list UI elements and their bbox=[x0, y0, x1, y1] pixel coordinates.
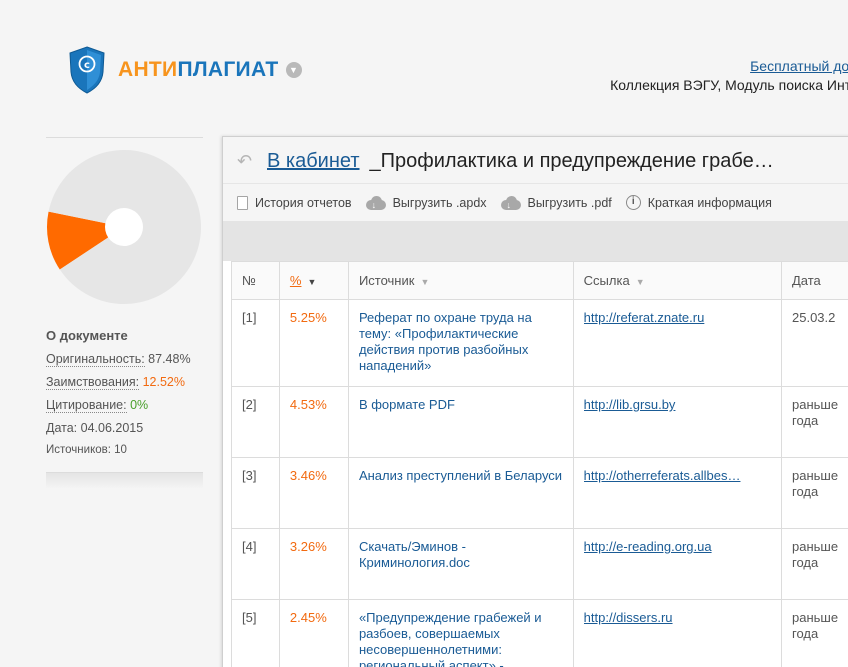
sort-down-icon: ▼ bbox=[307, 277, 317, 287]
originality-label[interactable]: Оригинальность: bbox=[46, 352, 145, 367]
cell-percent: 5.25% bbox=[278, 299, 349, 387]
stat-originality: Оригинальность: 87.48% bbox=[46, 352, 203, 367]
logo-text: АНТИПЛАГИАТ bbox=[118, 58, 279, 82]
export-pdf-label: Выгрузить .pdf bbox=[527, 195, 612, 210]
free-access-link[interactable]: Бесплатный доступ bbox=[750, 58, 848, 74]
column-header-label: % bbox=[289, 273, 302, 288]
page-title: В кабинет _Профилактика и предупреждение … bbox=[267, 150, 774, 173]
export-pdf-button[interactable]: ↓ Выгрузить .pdf bbox=[500, 195, 612, 210]
document-icon bbox=[237, 195, 248, 210]
logo[interactable]: c АНТИПЛАГИАТ ▼ bbox=[68, 46, 302, 94]
cell-source[interactable]: «Предупреждение грабежей и разбоев, сове… bbox=[347, 599, 574, 667]
sidebar: О документе Оригинальность: 87.48% Заимс… bbox=[46, 137, 203, 489]
cell-percent: 4.53% bbox=[278, 386, 349, 458]
originality-value: 87.48% bbox=[148, 352, 191, 366]
cell-num: [2] bbox=[231, 386, 280, 458]
stat-citation: Цитирование: 0% bbox=[46, 398, 203, 413]
cell-source[interactable]: Анализ преступлений в Беларуси bbox=[347, 457, 574, 529]
table-row[interactable]: [5] 2.45% «Предупреждение грабежей и раз… bbox=[231, 599, 848, 667]
svg-text:c: c bbox=[84, 60, 90, 71]
cell-link[interactable]: http://e-reading.org.ua bbox=[584, 539, 771, 555]
table-header-row: № % ▼ Источник ▼ Ссылка ▼ Дата bbox=[231, 261, 848, 300]
borrowing-label[interactable]: Заимствования: bbox=[46, 375, 140, 390]
column-header-label: Дата bbox=[792, 273, 821, 288]
cabinet-link[interactable]: В кабинет bbox=[267, 150, 360, 172]
logo-text-part1: АНТИ bbox=[118, 58, 178, 81]
sidebar-shadow bbox=[46, 473, 203, 489]
column-header-num[interactable]: № bbox=[231, 261, 280, 300]
cell-source[interactable]: Реферат по охране труда на тему: «Профил… bbox=[347, 299, 574, 387]
cell-link[interactable]: http://dissers.ru bbox=[584, 610, 771, 626]
collection-label: Коллекция ВЭГУ, Модуль поиска Интернет bbox=[610, 77, 848, 93]
history-button[interactable]: История отчетов bbox=[237, 195, 352, 210]
shield-logo-icon: c bbox=[69, 46, 105, 94]
report-panel: ↶ В кабинет _Профилактика и предупреждени… bbox=[222, 136, 848, 667]
cell-link[interactable]: http://referat.znate.ru bbox=[584, 310, 771, 326]
sort-down-icon: ▼ bbox=[420, 277, 430, 287]
cell-num: [5] bbox=[231, 599, 280, 667]
cell-num: [1] bbox=[231, 299, 280, 387]
document-title: _Профилактика и предупреждение грабе… bbox=[369, 150, 774, 172]
column-header-source[interactable]: Источник ▼ bbox=[347, 261, 574, 300]
cell-percent: 2.45% bbox=[278, 599, 349, 667]
pie-center-hole bbox=[105, 208, 143, 246]
stat-date: Дата: 04.06.2015 bbox=[46, 421, 144, 435]
table-row[interactable]: [4] 3.26% Скачать/Эминов - Криминология.… bbox=[231, 528, 848, 600]
toolbar: История отчетов ↓ Выгрузить .apdx ↓ Выгр… bbox=[223, 183, 848, 221]
export-apdx-label: Выгрузить .apdx bbox=[392, 195, 487, 210]
history-label: История отчетов bbox=[255, 195, 352, 210]
cloud-download-icon: ↓ bbox=[365, 195, 386, 210]
back-arrow-icon[interactable]: ↶ bbox=[237, 152, 257, 170]
cell-percent: 3.46% bbox=[278, 457, 349, 529]
header-right: Бесплатный доступ( Коллекция ВЭГУ, Модул… bbox=[610, 57, 848, 95]
sort-down-icon: ▼ bbox=[635, 277, 645, 287]
divider bbox=[46, 137, 203, 138]
cell-date: раньше года bbox=[781, 386, 848, 458]
cell-source[interactable]: В формате PDF bbox=[347, 386, 574, 458]
info-icon: i bbox=[625, 195, 641, 210]
citation-label[interactable]: Цитирование: bbox=[46, 398, 127, 413]
column-header-percent[interactable]: % ▼ bbox=[278, 261, 349, 300]
column-header-label: Ссылка bbox=[583, 273, 630, 288]
export-apdx-button[interactable]: ↓ Выгрузить .apdx bbox=[365, 195, 487, 210]
originality-pie-chart bbox=[47, 149, 202, 304]
borrowing-value: 12.52% bbox=[142, 375, 185, 389]
cell-date: раньше года bbox=[781, 457, 848, 529]
column-header-date[interactable]: Дата bbox=[781, 261, 848, 300]
chevron-down-icon[interactable]: ▼ bbox=[285, 62, 302, 78]
cell-num: [3] bbox=[231, 457, 280, 529]
citation-value: 0% bbox=[130, 398, 149, 412]
brief-info-button[interactable]: i Краткая информация bbox=[625, 195, 772, 210]
logo-text-part2: ПЛАГИАТ bbox=[177, 58, 279, 81]
cell-percent: 3.26% bbox=[278, 528, 349, 600]
stat-borrowing: Заимствования: 12.52% bbox=[46, 375, 203, 390]
report-header: ↶ В кабинет _Профилактика и предупреждени… bbox=[223, 137, 848, 183]
cell-date: 25.03.2 bbox=[781, 299, 848, 387]
cell-date: раньше года bbox=[781, 599, 848, 667]
filter-band bbox=[223, 221, 848, 261]
table-row[interactable]: [2] 4.53% В формате PDF http://lib.grsu.… bbox=[231, 386, 848, 458]
stat-sources: Источников: 10 bbox=[46, 444, 127, 456]
table-row[interactable]: [3] 3.46% Анализ преступлений в Беларуси… bbox=[231, 457, 848, 529]
brief-info-label: Краткая информация bbox=[647, 195, 772, 210]
cell-date: раньше года bbox=[781, 528, 848, 600]
column-header-label: № bbox=[242, 273, 256, 288]
column-header-label: Источник bbox=[358, 273, 415, 288]
cell-source[interactable]: Скачать/Эминов - Криминология.doc bbox=[347, 528, 574, 600]
column-header-link[interactable]: Ссылка ▼ bbox=[572, 261, 783, 300]
sources-table: № % ▼ Источник ▼ Ссылка ▼ Дата [1] 5.25% Ре… bbox=[231, 261, 848, 667]
cloud-download-icon: ↓ bbox=[500, 195, 521, 210]
cell-link[interactable]: http://lib.grsu.by bbox=[584, 397, 771, 413]
table-row[interactable]: [1] 5.25% Реферат по охране труда на тем… bbox=[231, 299, 848, 387]
cell-link[interactable]: http://otherreferats.allbes… bbox=[584, 468, 771, 484]
about-title: О документе bbox=[46, 328, 128, 343]
cell-num: [4] bbox=[231, 528, 280, 600]
